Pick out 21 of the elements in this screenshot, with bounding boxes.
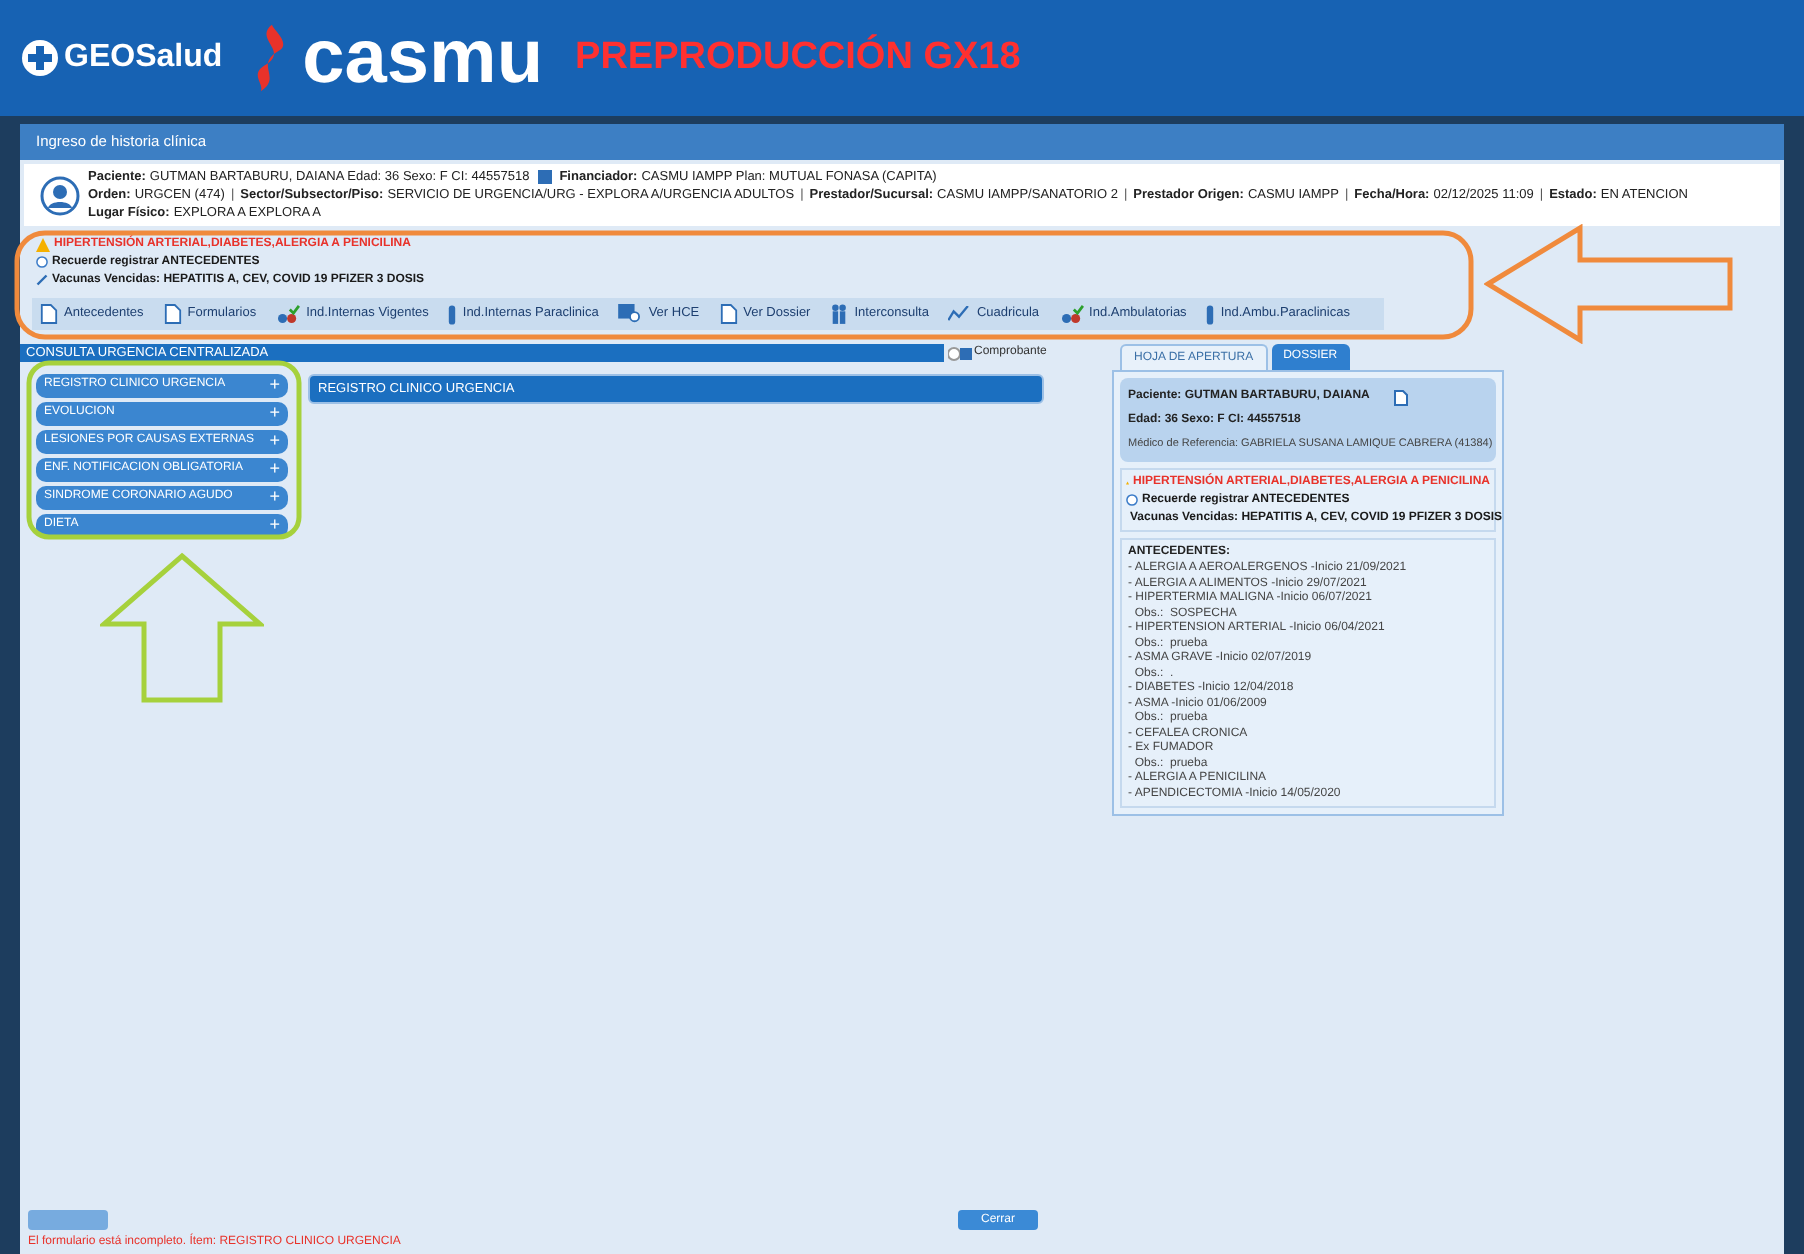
tube-icon: [1206, 303, 1215, 325]
doc-icon: [40, 304, 58, 324]
cross-logo-icon: [20, 38, 60, 78]
user-avatar-icon: [40, 175, 80, 215]
people-icon: [830, 304, 849, 324]
tube-icon: [448, 303, 457, 325]
drops-icon: [1059, 304, 1084, 324]
search-icon: [618, 304, 643, 324]
brand-text: casmu: [302, 20, 544, 96]
logo-text: GEOSalud: [64, 38, 223, 78]
chart-icon: [948, 306, 971, 322]
environment-text: PREPRODUCCIÓN GX18: [575, 32, 1021, 82]
receipt-icon[interactable]: [948, 345, 972, 361]
doc-icon: [719, 304, 738, 324]
document-icon[interactable]: [1394, 389, 1408, 405]
save-icon[interactable]: [537, 170, 552, 184]
info-icon: [1126, 494, 1138, 506]
warning-icon: [36, 237, 50, 251]
info-icon: [36, 256, 48, 268]
doc-icon: [163, 304, 182, 324]
drops-icon: [276, 304, 301, 324]
